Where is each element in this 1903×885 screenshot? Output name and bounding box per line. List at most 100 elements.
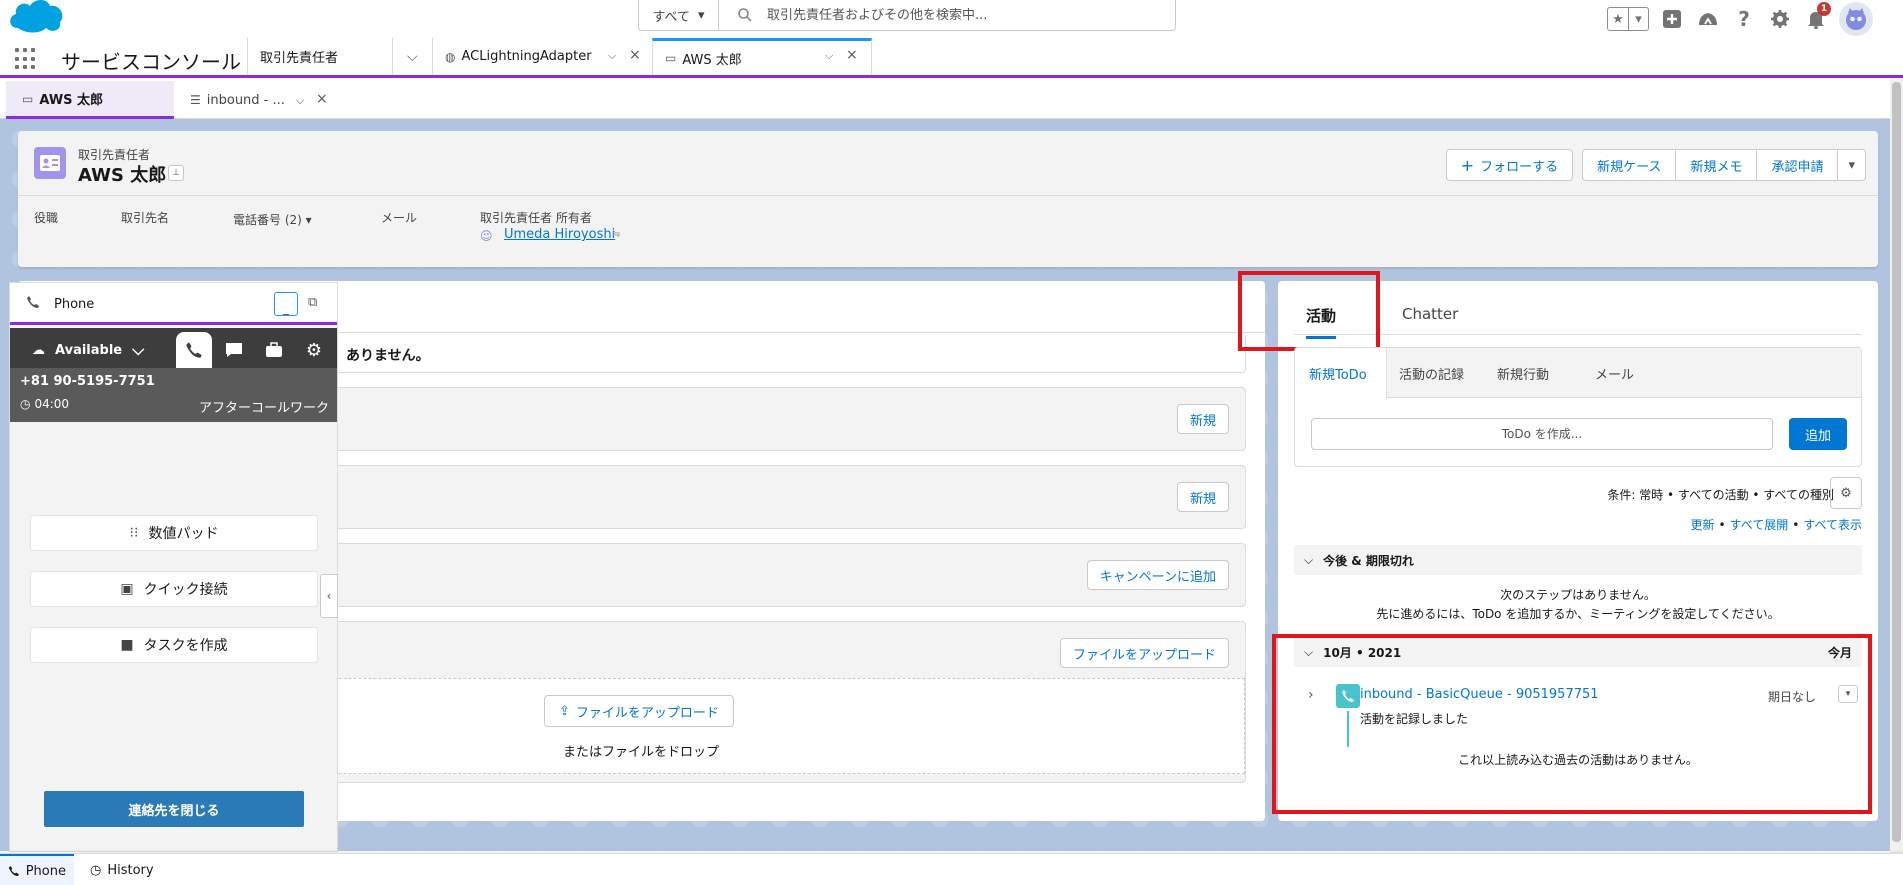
utility-history[interactable]: ◷ History (82, 854, 162, 885)
add-todo-button[interactable]: 追加 (1788, 418, 1847, 450)
app-launcher-icon[interactable] (15, 48, 37, 70)
chevron-down-icon[interactable]: ⌵ (825, 49, 833, 63)
close-icon[interactable]: × (629, 47, 641, 63)
setup-gear-icon[interactable] (1767, 6, 1793, 32)
search-input[interactable] (767, 7, 1175, 23)
upload-files-button[interactable]: ファイルをアップロード (1059, 638, 1229, 668)
activity-links: 更新 • すべて展開 • すべて表示 (1690, 518, 1862, 532)
salesforce-logo[interactable] (6, 0, 68, 34)
phone-field-text: 電話番号 (2) (233, 213, 302, 227)
active-contact-bar: +81 90-5195-7751 ◷ 04:00 アフターコールワーク (10, 368, 337, 422)
softphone-panel: Phone _ ⧉ ☁ Available ⌵ ⚙ +81 90-5195-77… (9, 282, 338, 852)
more-actions-button[interactable]: ▾ (1837, 149, 1866, 181)
contact-book-icon: ▣ (120, 581, 134, 597)
follow-label: フォローする (1480, 159, 1559, 175)
search-scope-dropdown[interactable]: すべて ▾ (639, 0, 719, 30)
minimize-button[interactable]: _ (274, 292, 298, 316)
subtab-bar: ▭ AWS 太郎 ☰ inbound - ... ⌵ × (0, 81, 1890, 119)
close-icon[interactable]: × (846, 47, 858, 63)
help-icon[interactable]: ? (1731, 6, 1757, 32)
filter-gear-icon[interactable]: ⚙ (1830, 477, 1862, 509)
favorites-menu-icon[interactable]: ▾ (1628, 8, 1648, 30)
field-owner-label: 取引先責任者 所有者 (480, 211, 592, 225)
follow-button[interactable]: + フォローする (1445, 149, 1574, 181)
composer-tab-new-event[interactable]: 新規行動 (1497, 348, 1549, 398)
notification-badge: 1 (1817, 2, 1831, 16)
create-task-button[interactable]: ■ タスクを作成 (30, 627, 318, 663)
trailhead-icon[interactable] (1695, 6, 1721, 32)
chevron-down-icon: ⌵ (132, 340, 145, 359)
field-title-label: 役職 (34, 211, 59, 225)
popout-icon[interactable]: ⧉ (308, 295, 317, 310)
no-next-steps-text: 次のステップはありません。 (1500, 588, 1656, 602)
owner-link[interactable]: Umeda Hiroyoshi (504, 227, 615, 242)
utility-history-label: History (107, 862, 154, 878)
new-memo-button[interactable]: 新規メモ (1675, 149, 1758, 181)
tab-chatter[interactable]: Chatter (1402, 305, 1458, 323)
composer-tab-new-todo[interactable]: 新規ToDo (1295, 348, 1387, 399)
new-button[interactable]: 新規 (1176, 404, 1229, 434)
favorites-group: ★ ▾ (1607, 7, 1649, 31)
nav-tab-aclightningadapter[interactable]: ◍ ACLightningAdapter ⌵ × (432, 38, 652, 75)
add-to-campaign-button[interactable]: キャンペーンに追加 (1086, 560, 1229, 590)
nav-tab-aws-taro[interactable]: ▭ AWS 太郎 ⌵ × (652, 38, 872, 75)
chevron-down-icon[interactable]: ⌵ (296, 94, 304, 108)
search-scope-label: すべて (652, 9, 691, 25)
history-clock-icon: ◷ (90, 862, 102, 878)
console-navbar: サービスコンソール 取引先責任者 ⌵ ◍ ACLightningAdapter … (0, 38, 1903, 78)
upload-icon: ⇪ (559, 703, 570, 719)
upload-file-button[interactable]: ⇪ ファイルをアップロード (544, 695, 734, 727)
field-phone-label[interactable]: 電話番号 (2) ▾ (233, 211, 312, 228)
phone-tool-icon[interactable] (176, 332, 212, 368)
activity-panel: 活動 Chatter 新規ToDo 活動の記録 新規行動 メール 追加 条件: … (1238, 271, 1878, 821)
no-items-text: ありません。 (346, 348, 430, 364)
upcoming-header-label: 今後 & 期限切れ (1323, 553, 1414, 568)
softphone-header: Phone _ ⧉ (10, 283, 337, 325)
search-icon (738, 8, 752, 22)
briefcase-tool-icon[interactable] (256, 332, 292, 368)
composer-tab-log-activity[interactable]: 活動の記録 (1399, 348, 1464, 398)
chat-tool-icon[interactable] (216, 332, 252, 368)
app-name: サービスコンソール (61, 50, 241, 74)
upcoming-section-header[interactable]: ⌵ 今後 & 期限切れ (1294, 545, 1862, 575)
global-header: すべて ▾ ★ ▾ ? 1 (0, 0, 1903, 38)
expand-all-link[interactable]: すべて展開 (1730, 518, 1789, 532)
new-case-button[interactable]: 新規ケース (1582, 149, 1677, 181)
contact-phone-number: +81 90-5195-7751 (20, 374, 155, 389)
subtab-inbound[interactable]: ☰ inbound - ... ⌵ × (190, 81, 340, 119)
chevron-down-icon[interactable]: ⌵ (608, 49, 616, 63)
global-actions-icon[interactable] (1659, 6, 1685, 32)
quick-connect-button[interactable]: ▣ クイック接続 (30, 571, 318, 607)
field-email-label: メール (381, 211, 418, 225)
composer-tab-email[interactable]: メール (1595, 348, 1634, 398)
close-contact-button[interactable]: 連絡先を閉じる (44, 791, 304, 827)
user-avatar[interactable] (1839, 2, 1873, 36)
phone-icon (27, 296, 39, 308)
collapse-panel-icon[interactable]: ‹ (320, 574, 338, 618)
agent-status-label: Available (55, 342, 123, 358)
agent-status-dropdown[interactable]: ☁ Available ⌵ (32, 340, 144, 360)
approval-request-button[interactable]: 承認申請 (1756, 149, 1839, 181)
close-icon[interactable]: × (316, 91, 328, 107)
nav-tab-contacts-menu[interactable]: ⌵ (392, 38, 432, 75)
show-all-link[interactable]: すべて表示 (1803, 518, 1862, 532)
dialpad-button[interactable]: ⁝⁝ 数値パッド (30, 515, 318, 551)
plus-icon: + (1460, 155, 1475, 175)
hierarchy-icon[interactable]: ⊥ (168, 165, 184, 181)
globe-icon: ◍ (445, 49, 456, 64)
settings-gear-icon[interactable]: ⚙ (296, 332, 332, 368)
new-button[interactable]: 新規 (1176, 482, 1229, 512)
subtab-aws-taro[interactable]: ▭ AWS 太郎 (6, 81, 174, 119)
nav-tab-contacts[interactable]: 取引先責任者 (247, 38, 392, 75)
contact-card-icon: ▭ (665, 51, 677, 65)
notifications-bell-icon[interactable]: 1 (1803, 2, 1831, 32)
utility-bar: Phone ◷ History (0, 853, 1903, 885)
refresh-link[interactable]: 更新 (1690, 518, 1714, 532)
utility-phone[interactable]: Phone (0, 854, 74, 885)
star-icon[interactable]: ★ (1608, 8, 1628, 30)
page-scrollbar-thumb[interactable] (1892, 82, 1901, 842)
chevron-down-icon: ⌵ (407, 48, 418, 65)
change-owner-icon[interactable]: ⇋ (612, 229, 620, 240)
clock-icon: ◷ (20, 397, 31, 411)
todo-input[interactable] (1311, 418, 1773, 450)
